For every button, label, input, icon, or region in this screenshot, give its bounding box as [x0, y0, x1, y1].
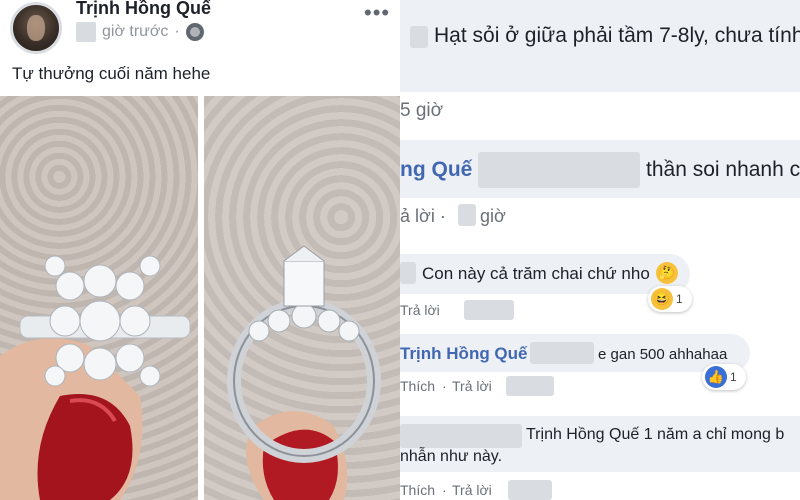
blurred-text — [508, 480, 552, 500]
blurred-text — [400, 424, 522, 448]
blurred-text — [478, 152, 640, 188]
comment-5-dot: · — [442, 482, 447, 498]
comment-4-dot: · — [442, 378, 447, 394]
post-meta: giờ trước · — [76, 22, 204, 42]
post-author-name[interactable]: Trịnh Hồng Quế — [76, 0, 211, 19]
post-panel: Trịnh Hồng Quế giờ trước · ••• Tự thưởng… — [0, 0, 400, 500]
comment-2-author[interactable]: ng Quế — [400, 158, 472, 182]
blurred-text — [530, 342, 594, 364]
more-options-icon[interactable]: ••• — [364, 0, 390, 26]
time-value-blurred — [76, 22, 96, 42]
comment-2-reply[interactable]: ả lời · — [400, 206, 446, 227]
globe-icon[interactable] — [185, 23, 204, 41]
comment-4-reaction-count: 1 — [730, 370, 737, 384]
comment-3-reply[interactable]: Trả lời — [400, 302, 440, 318]
blurred-text — [410, 26, 428, 48]
blurred-text — [506, 376, 554, 396]
comment-1-time[interactable]: 5 giờ — [400, 100, 443, 122]
comment-5-text-line-2: nhẫn như này. — [400, 448, 503, 465]
comment-4-text: e gan 500 ahhahaa — [598, 346, 728, 363]
author-avatar[interactable] — [10, 2, 62, 54]
haha-reaction-icon: 😆 — [651, 288, 673, 310]
meta-separator: · — [174, 23, 180, 40]
post-time[interactable]: giờ trước — [102, 23, 168, 41]
comment-3-text: Con này cả trăm chai chứ nho — [422, 264, 650, 283]
like-reaction-icon: 👍 — [705, 366, 727, 388]
comment-4-reply[interactable]: Trả lời — [452, 378, 492, 394]
comment-1-text: Hạt sỏi ở giữa phải tầm 7-8ly, chưa tính — [434, 24, 800, 47]
blurred-text — [464, 300, 514, 320]
post-photo-1[interactable] — [0, 96, 198, 500]
comment-3-reaction-count: 1 — [676, 292, 683, 306]
thinking-emoji-icon: 🤔 — [656, 262, 678, 284]
comment-5-reply[interactable]: Trả lời — [452, 482, 492, 498]
post-photo-2[interactable] — [204, 96, 400, 500]
comment-2-time[interactable]: giờ — [480, 206, 506, 227]
blurred-text — [400, 262, 416, 284]
comment-5-like[interactable]: Thích — [400, 482, 435, 498]
comment-2-text: thần soi nhanh c — [646, 158, 800, 181]
post-caption: Tự thưởng cuối năm hehe — [12, 64, 211, 83]
ring-photo-1 — [0, 255, 191, 500]
ring-photo-2 — [227, 245, 381, 500]
comment-5-text-line-1: Trịnh Hồng Quế 1 năm a chỉ mong b — [526, 426, 785, 443]
blurred-text — [458, 204, 476, 226]
comment-4-author[interactable]: Trịnh Hồng Quế — [400, 344, 528, 364]
comments-panel: Hạt sỏi ở giữa phải tầm 7-8ly, chưa tính… — [400, 0, 800, 500]
comment-4-like[interactable]: Thích — [400, 378, 435, 394]
